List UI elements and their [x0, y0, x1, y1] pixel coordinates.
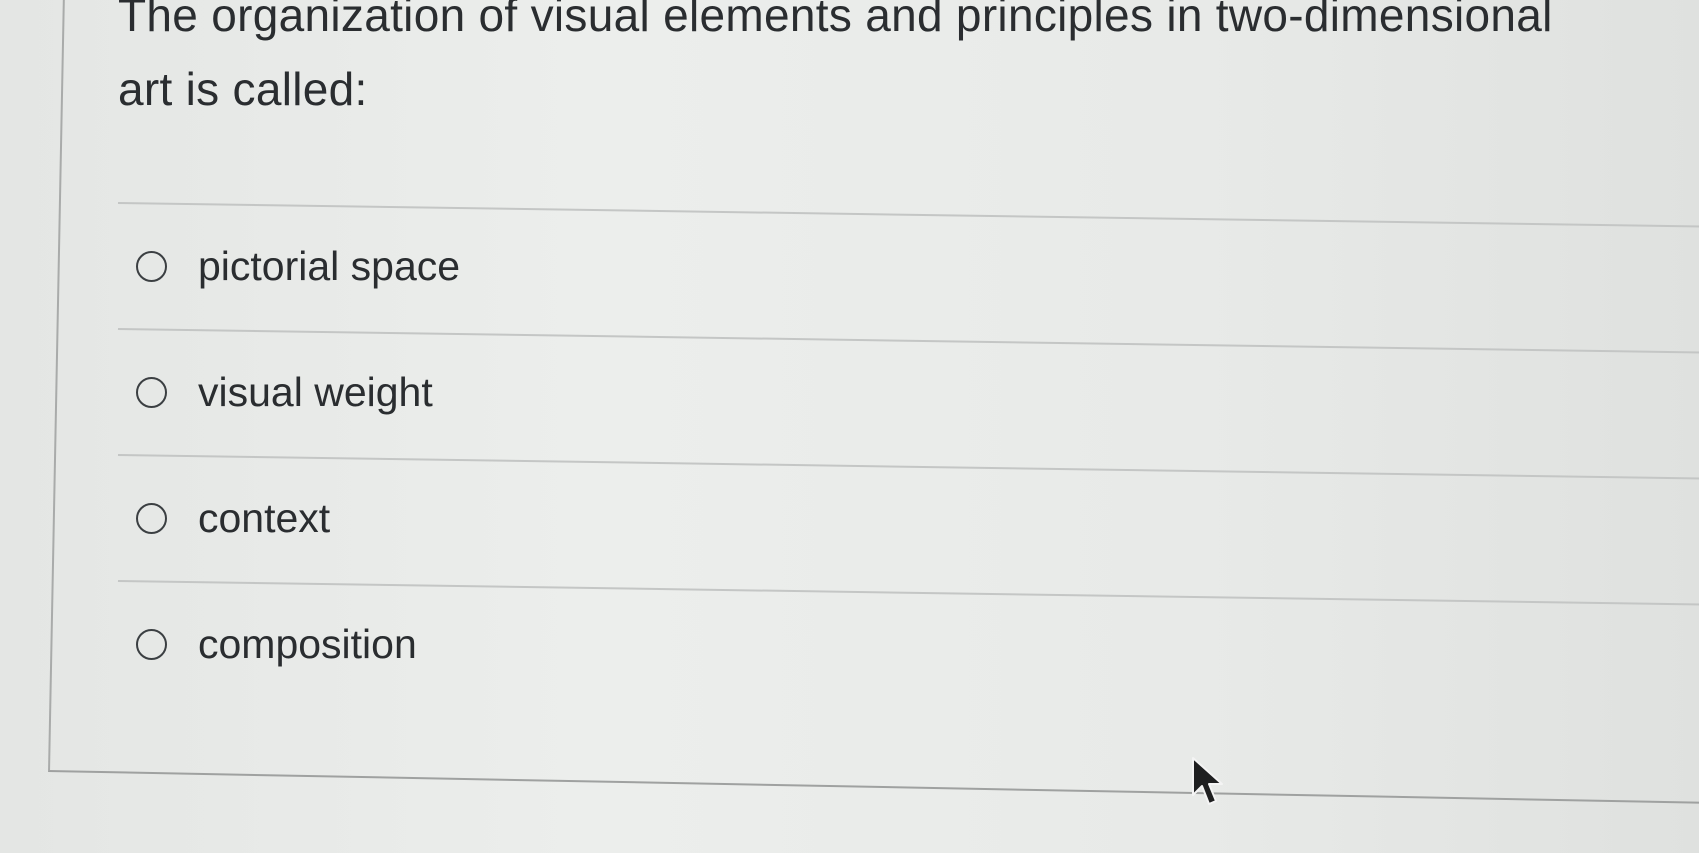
radio-button-icon[interactable]: [136, 628, 167, 660]
choice-pictorial-space[interactable]: pictorial space: [118, 204, 1699, 328]
answer-choices: pictorial space visual weight context co…: [117, 202, 1699, 706]
radio-button-icon[interactable]: [136, 376, 167, 408]
choice-visual-weight[interactable]: visual weight: [118, 330, 1699, 454]
choice-composition[interactable]: composition: [118, 582, 1699, 706]
mouse-pointer-icon: [1192, 757, 1223, 805]
choice-label: composition: [198, 620, 417, 667]
radio-button-icon[interactable]: [136, 250, 167, 282]
choice-label: pictorial space: [198, 242, 461, 289]
question-text: The organization of visual elements and …: [118, 0, 1553, 115]
screen-background: The organization of visual elements and …: [0, 0, 1699, 853]
choice-label: context: [198, 494, 331, 541]
radio-button-icon[interactable]: [136, 502, 167, 534]
choice-context[interactable]: context: [118, 456, 1699, 580]
choice-label: visual weight: [198, 368, 433, 415]
